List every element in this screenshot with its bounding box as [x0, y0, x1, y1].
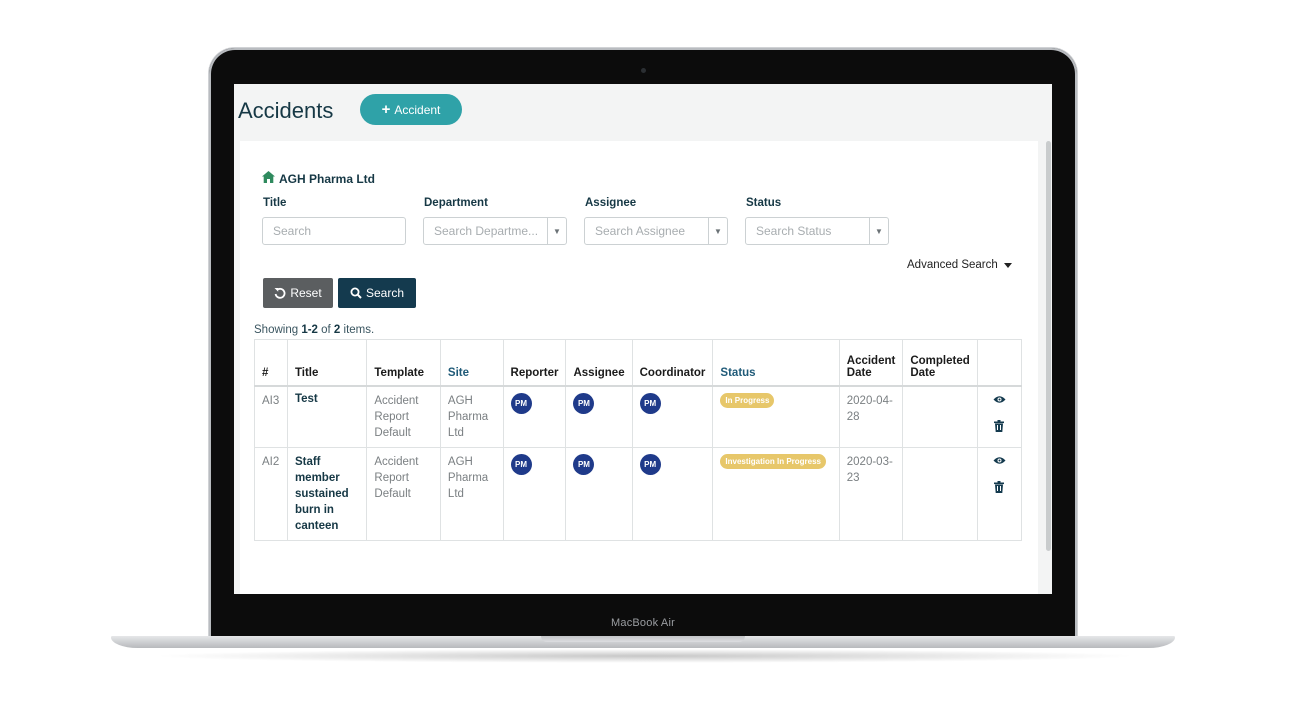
plus-icon: +: [381, 101, 391, 118]
title-filter-label: Title: [263, 197, 287, 209]
row-status: In Progress: [712, 385, 840, 448]
row-site: AGH Pharma Ltd: [439, 385, 504, 448]
row-id: AI3: [254, 385, 288, 448]
table-row[interactable]: AI2 Staff member sustained burn in cante…: [254, 447, 1023, 541]
device-label: MacBook Air: [611, 617, 675, 629]
row-template: Accident Report Default: [366, 447, 441, 541]
title-filter[interactable]: [262, 217, 406, 245]
avatar: PM: [573, 393, 595, 414]
col-reporter: Reporter: [502, 339, 567, 387]
row-actions: [976, 447, 1023, 541]
vertical-scrollbar[interactable]: [1046, 141, 1051, 551]
camera-icon: [641, 68, 646, 73]
chevron-down-icon[interactable]: ▼: [869, 218, 888, 244]
col-site[interactable]: Site: [439, 339, 504, 387]
advanced-search-toggle[interactable]: Advanced Search: [907, 259, 1012, 271]
col-actions: [976, 339, 1023, 387]
search-icon: [350, 287, 362, 299]
row-site: AGH Pharma Ltd: [439, 447, 504, 541]
page-title: Accidents: [238, 98, 334, 123]
caret-down-icon: [1003, 262, 1012, 268]
chevron-down-icon[interactable]: ▼: [708, 218, 727, 244]
status-search-input[interactable]: [746, 218, 872, 244]
eye-icon[interactable]: [993, 456, 1006, 465]
add-accident-label: Accident: [394, 102, 441, 117]
row-title[interactable]: Staff member sustained burn in canteen: [286, 447, 368, 541]
col-accident-date: Accident Date: [838, 339, 904, 387]
assignee-filter-label: Assignee: [585, 197, 637, 209]
table-row[interactable]: AI3 Test Accident Report Default AGH Pha…: [254, 385, 1023, 448]
row-accident-date: 2020-03-23: [838, 447, 904, 541]
summary-prefix: Showing: [254, 324, 302, 336]
title-search-input[interactable]: [263, 218, 405, 244]
row-status: Investigation In Progress: [712, 447, 840, 541]
eye-icon[interactable]: [993, 395, 1006, 404]
reset-button[interactable]: Reset: [263, 278, 333, 308]
status-select[interactable]: ▼: [745, 217, 889, 245]
undo-icon: [274, 287, 286, 299]
row-reporter: PM: [502, 385, 567, 448]
col-assignee: Assignee: [565, 339, 633, 387]
status-badge: Investigation In Progress: [720, 454, 826, 469]
reset-label: Reset: [290, 286, 322, 300]
department-filter-label: Department: [424, 197, 488, 209]
row-coordinator: PM: [631, 385, 714, 448]
row-completed-date: [902, 447, 978, 541]
col-template: Template: [366, 339, 441, 387]
assignee-select[interactable]: ▼: [584, 217, 728, 245]
app-screen: Accidents + Accident AGH Pharma Ltd Titl…: [234, 84, 1052, 594]
row-template: Accident Report Default: [366, 385, 441, 448]
status-filter-label: Status: [746, 197, 782, 209]
avatar: PM: [510, 393, 532, 414]
content-card: AGH Pharma Ltd Title Department ▼ Assign…: [240, 141, 1038, 594]
search-label: Search: [365, 286, 405, 300]
col-status[interactable]: Status: [712, 339, 840, 387]
table-header-row: # Title Template Site Reporter Assignee …: [254, 339, 1023, 387]
row-accident-date: 2020-04-28: [838, 385, 904, 448]
avatar: PM: [639, 393, 661, 414]
summary-suffix: items.: [340, 324, 375, 336]
laptop-notch: [541, 636, 745, 642]
department-search-input[interactable]: [424, 218, 550, 244]
row-title[interactable]: Test: [286, 385, 368, 448]
company-name: AGH Pharma Ltd: [279, 171, 376, 186]
row-reporter: PM: [502, 447, 567, 541]
row-assignee: PM: [565, 447, 633, 541]
row-coordinator: PM: [631, 447, 714, 541]
status-badge: In Progress: [720, 393, 775, 408]
summary-of: of: [317, 324, 334, 336]
col-coordinator: Coordinator: [631, 339, 714, 387]
page-header: Accidents + Accident: [234, 84, 1052, 140]
avatar: PM: [573, 454, 595, 475]
company-heading: AGH Pharma Ltd: [262, 171, 375, 186]
avatar: PM: [639, 454, 661, 475]
add-accident-button[interactable]: + Accident: [360, 94, 462, 125]
assignee-search-input[interactable]: [585, 218, 711, 244]
home-icon: [262, 171, 275, 186]
row-completed-date: [902, 385, 978, 448]
laptop-shadow: [150, 649, 1140, 663]
advanced-search-label: Advanced Search: [907, 259, 998, 271]
trash-icon[interactable]: [994, 420, 1005, 432]
col-completed-date: Completed Date: [902, 339, 978, 387]
row-id: AI2: [254, 447, 288, 541]
department-select[interactable]: ▼: [423, 217, 567, 245]
row-assignee: PM: [565, 385, 633, 448]
col-title[interactable]: Title: [286, 339, 368, 387]
col-number: #: [254, 339, 288, 387]
avatar: PM: [510, 454, 532, 475]
accidents-table: # Title Template Site Reporter Assignee …: [254, 339, 1023, 541]
trash-icon[interactable]: [994, 481, 1005, 493]
chevron-down-icon[interactable]: ▼: [547, 218, 566, 244]
summary-range: 1-2: [301, 324, 318, 336]
search-button[interactable]: Search: [338, 278, 416, 308]
results-summary: Showing 1-2 of 2 items.: [254, 324, 374, 336]
row-actions: [976, 385, 1023, 448]
